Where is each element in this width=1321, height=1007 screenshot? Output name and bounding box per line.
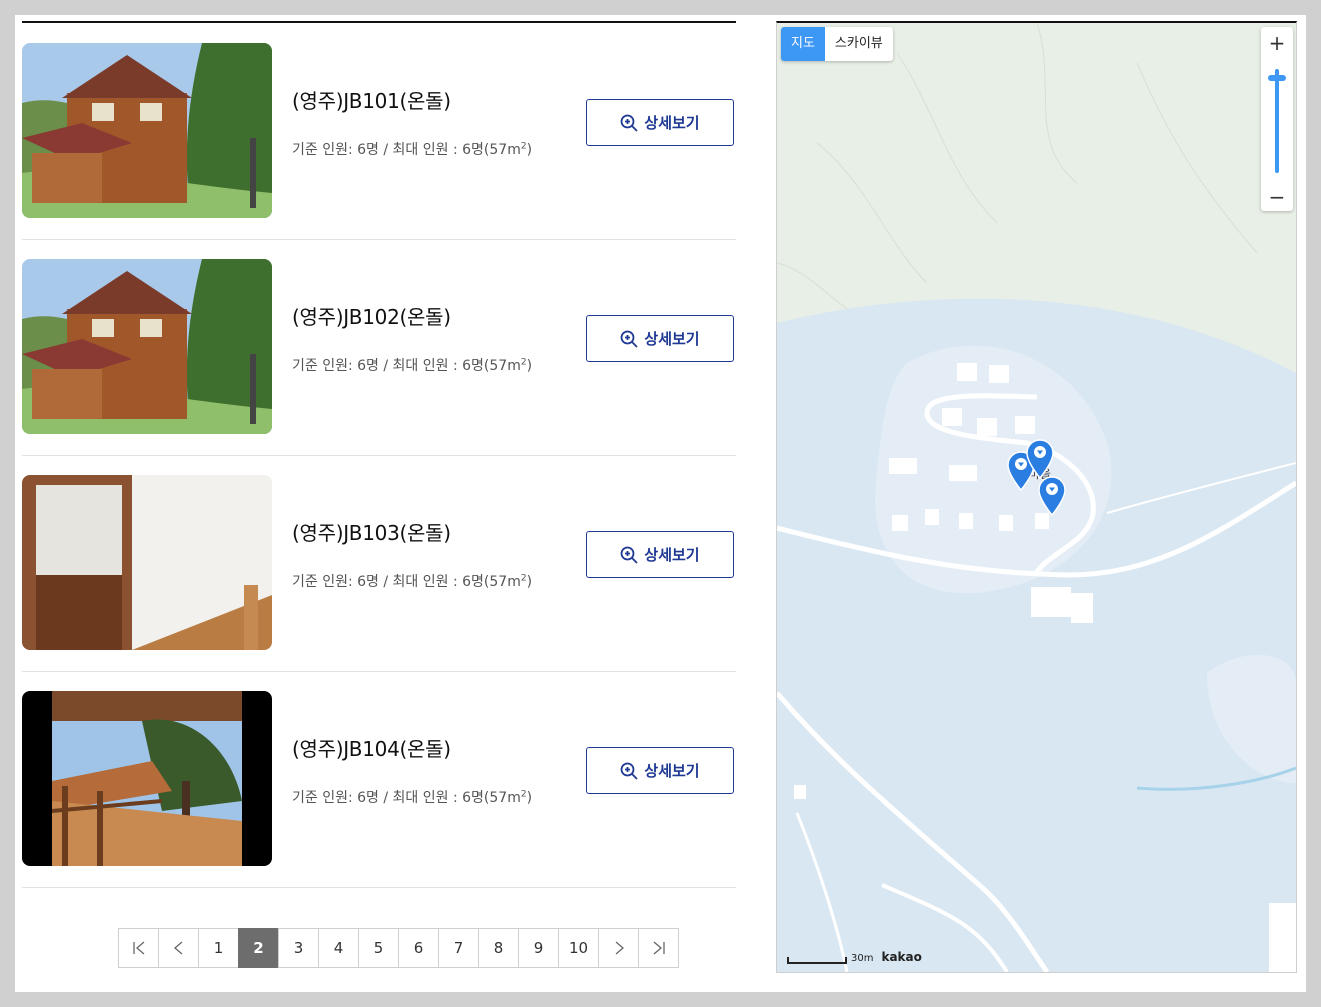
room-thumbnail[interactable] <box>22 475 272 650</box>
page-3-button[interactable]: 3 <box>278 928 319 968</box>
map-view[interactable]: 지도 스카이뷰 + − 마을 30m kakao <box>776 21 1297 973</box>
prev-page-button[interactable] <box>158 928 199 968</box>
page-6-button[interactable]: 6 <box>398 928 439 968</box>
zoom-in-button[interactable]: + <box>1261 27 1293 59</box>
room-thumbnail[interactable] <box>22 691 272 866</box>
room-capacity: 기준 인원: 6명 / 최대 인원 : 6명(57m2) <box>292 139 532 159</box>
zoom-in-magnifier-icon <box>620 546 639 564</box>
map-marker-icon[interactable] <box>1038 476 1066 516</box>
balcony-view-photo <box>22 691 272 866</box>
capacity-text: 기준 인원: 6명 / 최대 인원 : 6명(57m <box>292 574 521 590</box>
map-canvas[interactable] <box>777 23 1296 972</box>
capacity-text: 기준 인원: 6명 / 최대 인원 : 6명(57m <box>292 790 521 806</box>
detail-view-button[interactable]: 상세보기 <box>586 99 734 146</box>
room-name: (영주)JB104(온돌) <box>292 737 451 761</box>
first-page-button[interactable] <box>118 928 159 968</box>
house-exterior-photo <box>22 43 272 218</box>
first-page-icon <box>132 941 144 955</box>
detail-view-label: 상세보기 <box>644 114 700 132</box>
capacity-end: ) <box>526 142 533 158</box>
capacity-text: 기준 인원: 6명 / 최대 인원 : 6명(57m <box>292 358 521 374</box>
detail-view-label: 상세보기 <box>644 546 700 564</box>
page-2-button[interactable]: 2 <box>238 928 279 968</box>
page-5-button[interactable]: 5 <box>358 928 399 968</box>
next-page-icon <box>615 941 624 955</box>
last-page-button[interactable] <box>638 928 679 968</box>
map-type-skyview[interactable]: 스카이뷰 <box>825 27 893 61</box>
pagination: 1 2 3 4 5 6 7 8 9 10 <box>118 928 679 968</box>
room-item: (영주)JB102(온돌) 기준 인원: 6명 / 최대 인원 : 6명(57m2… <box>22 239 736 456</box>
capacity-end: ) <box>526 358 533 374</box>
zoom-out-button[interactable]: − <box>1261 181 1293 213</box>
room-item: (영주)JB104(온돌) 기준 인원: 6명 / 최대 인원 : 6명(57m2… <box>22 671 736 888</box>
page-9-button[interactable]: 9 <box>518 928 559 968</box>
map-marker-icon[interactable] <box>1026 439 1054 479</box>
house-exterior-photo <box>22 259 272 434</box>
page-8-button[interactable]: 8 <box>478 928 519 968</box>
room-thumbnail[interactable] <box>22 43 272 218</box>
map-provider-logo: kakao <box>881 950 922 964</box>
scale-label: 30m <box>851 953 874 964</box>
zoom-in-magnifier-icon <box>620 762 639 780</box>
scale-bar <box>787 957 847 964</box>
map-scale: 30m kakao <box>787 950 922 964</box>
capacity-end: ) <box>526 790 533 806</box>
detail-view-button[interactable]: 상세보기 <box>586 315 734 362</box>
prev-page-icon <box>173 941 182 955</box>
zoom-slider-track[interactable] <box>1275 69 1279 173</box>
capacity-text: 기준 인원: 6명 / 최대 인원 : 6명(57m <box>292 142 521 158</box>
room-name: (영주)JB101(온돌) <box>292 89 451 113</box>
next-page-button[interactable] <box>598 928 639 968</box>
room-capacity: 기준 인원: 6명 / 최대 인원 : 6명(57m2) <box>292 787 532 807</box>
zoom-in-magnifier-icon <box>620 114 639 132</box>
page-10-button[interactable]: 10 <box>558 928 599 968</box>
detail-view-label: 상세보기 <box>644 330 700 348</box>
room-capacity: 기준 인원: 6명 / 최대 인원 : 6명(57m2) <box>292 355 532 375</box>
zoom-control: + − <box>1261 27 1293 211</box>
page-frame: (영주)JB101(온돌) 기준 인원: 6명 / 최대 인원 : 6명(57m2… <box>15 15 1306 992</box>
room-interior-photo <box>22 475 272 650</box>
page-7-button[interactable]: 7 <box>438 928 479 968</box>
last-page-icon <box>653 941 665 955</box>
room-name: (영주)JB103(온돌) <box>292 521 451 545</box>
room-item: (영주)JB103(온돌) 기준 인원: 6명 / 최대 인원 : 6명(57m2… <box>22 455 736 672</box>
map-type-roadmap[interactable]: 지도 <box>781 27 825 61</box>
detail-view-label: 상세보기 <box>644 762 700 780</box>
zoom-in-magnifier-icon <box>620 330 639 348</box>
page-4-button[interactable]: 4 <box>318 928 359 968</box>
room-item: (영주)JB101(온돌) 기준 인원: 6명 / 최대 인원 : 6명(57m2… <box>22 23 736 240</box>
capacity-end: ) <box>526 574 533 590</box>
room-thumbnail[interactable] <box>22 259 272 434</box>
zoom-slider-handle[interactable] <box>1268 75 1286 81</box>
detail-view-button[interactable]: 상세보기 <box>586 531 734 578</box>
detail-view-button[interactable]: 상세보기 <box>586 747 734 794</box>
room-capacity: 기준 인원: 6명 / 최대 인원 : 6명(57m2) <box>292 571 532 591</box>
map-type-toggle: 지도 스카이뷰 <box>781 27 893 61</box>
room-name: (영주)JB102(온돌) <box>292 305 451 329</box>
room-list: (영주)JB101(온돌) 기준 인원: 6명 / 최대 인원 : 6명(57m2… <box>22 21 736 893</box>
page-1-button[interactable]: 1 <box>198 928 239 968</box>
